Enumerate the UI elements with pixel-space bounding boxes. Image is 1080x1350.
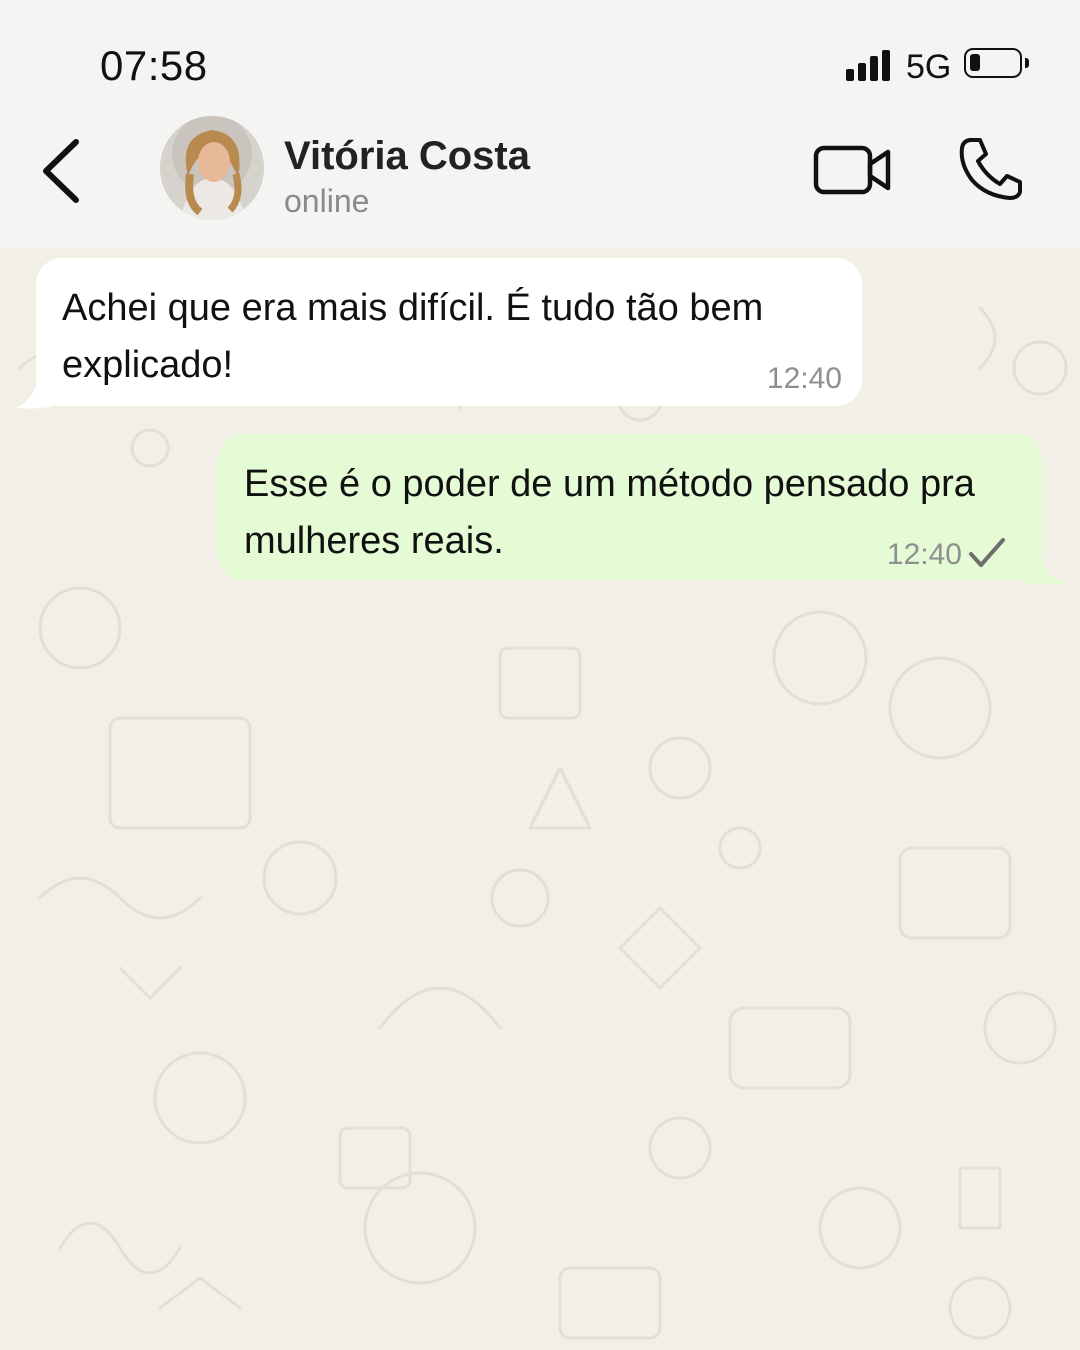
video-call-icon	[813, 145, 891, 195]
back-chevron-icon	[43, 139, 79, 203]
outgoing-message-bubble[interactable]: Esse é o poder de um método pensado pra …	[218, 434, 1042, 580]
network-type: 5G	[906, 48, 952, 86]
voice-call-button[interactable]	[956, 134, 1026, 204]
contact-status: online	[284, 183, 370, 219]
incoming-message-bubble[interactable]: Achei que era mais difícil. É tudo tão b…	[36, 258, 862, 406]
cellular-signal-icon	[846, 49, 896, 81]
status-time: 07:58	[100, 42, 208, 89]
chat-background	[0, 248, 1080, 1350]
sent-check-icon	[969, 538, 1005, 567]
back-button[interactable]	[38, 136, 88, 206]
video-call-button[interactable]	[812, 140, 894, 200]
top-bar: 07:58 5G Vitória Costa online	[0, 0, 1080, 248]
phone-icon	[959, 138, 1022, 200]
message-text: Achei que era mais difícil. É tudo tão b…	[62, 287, 764, 386]
contact-name[interactable]: Vitória Costa	[284, 134, 530, 179]
wallpaper-doodles	[18, 306, 1068, 1340]
avatar[interactable]	[160, 116, 264, 220]
battery-icon	[964, 48, 1029, 78]
message-time: 12:40	[886, 538, 962, 571]
message-time: 12:40	[766, 362, 842, 395]
